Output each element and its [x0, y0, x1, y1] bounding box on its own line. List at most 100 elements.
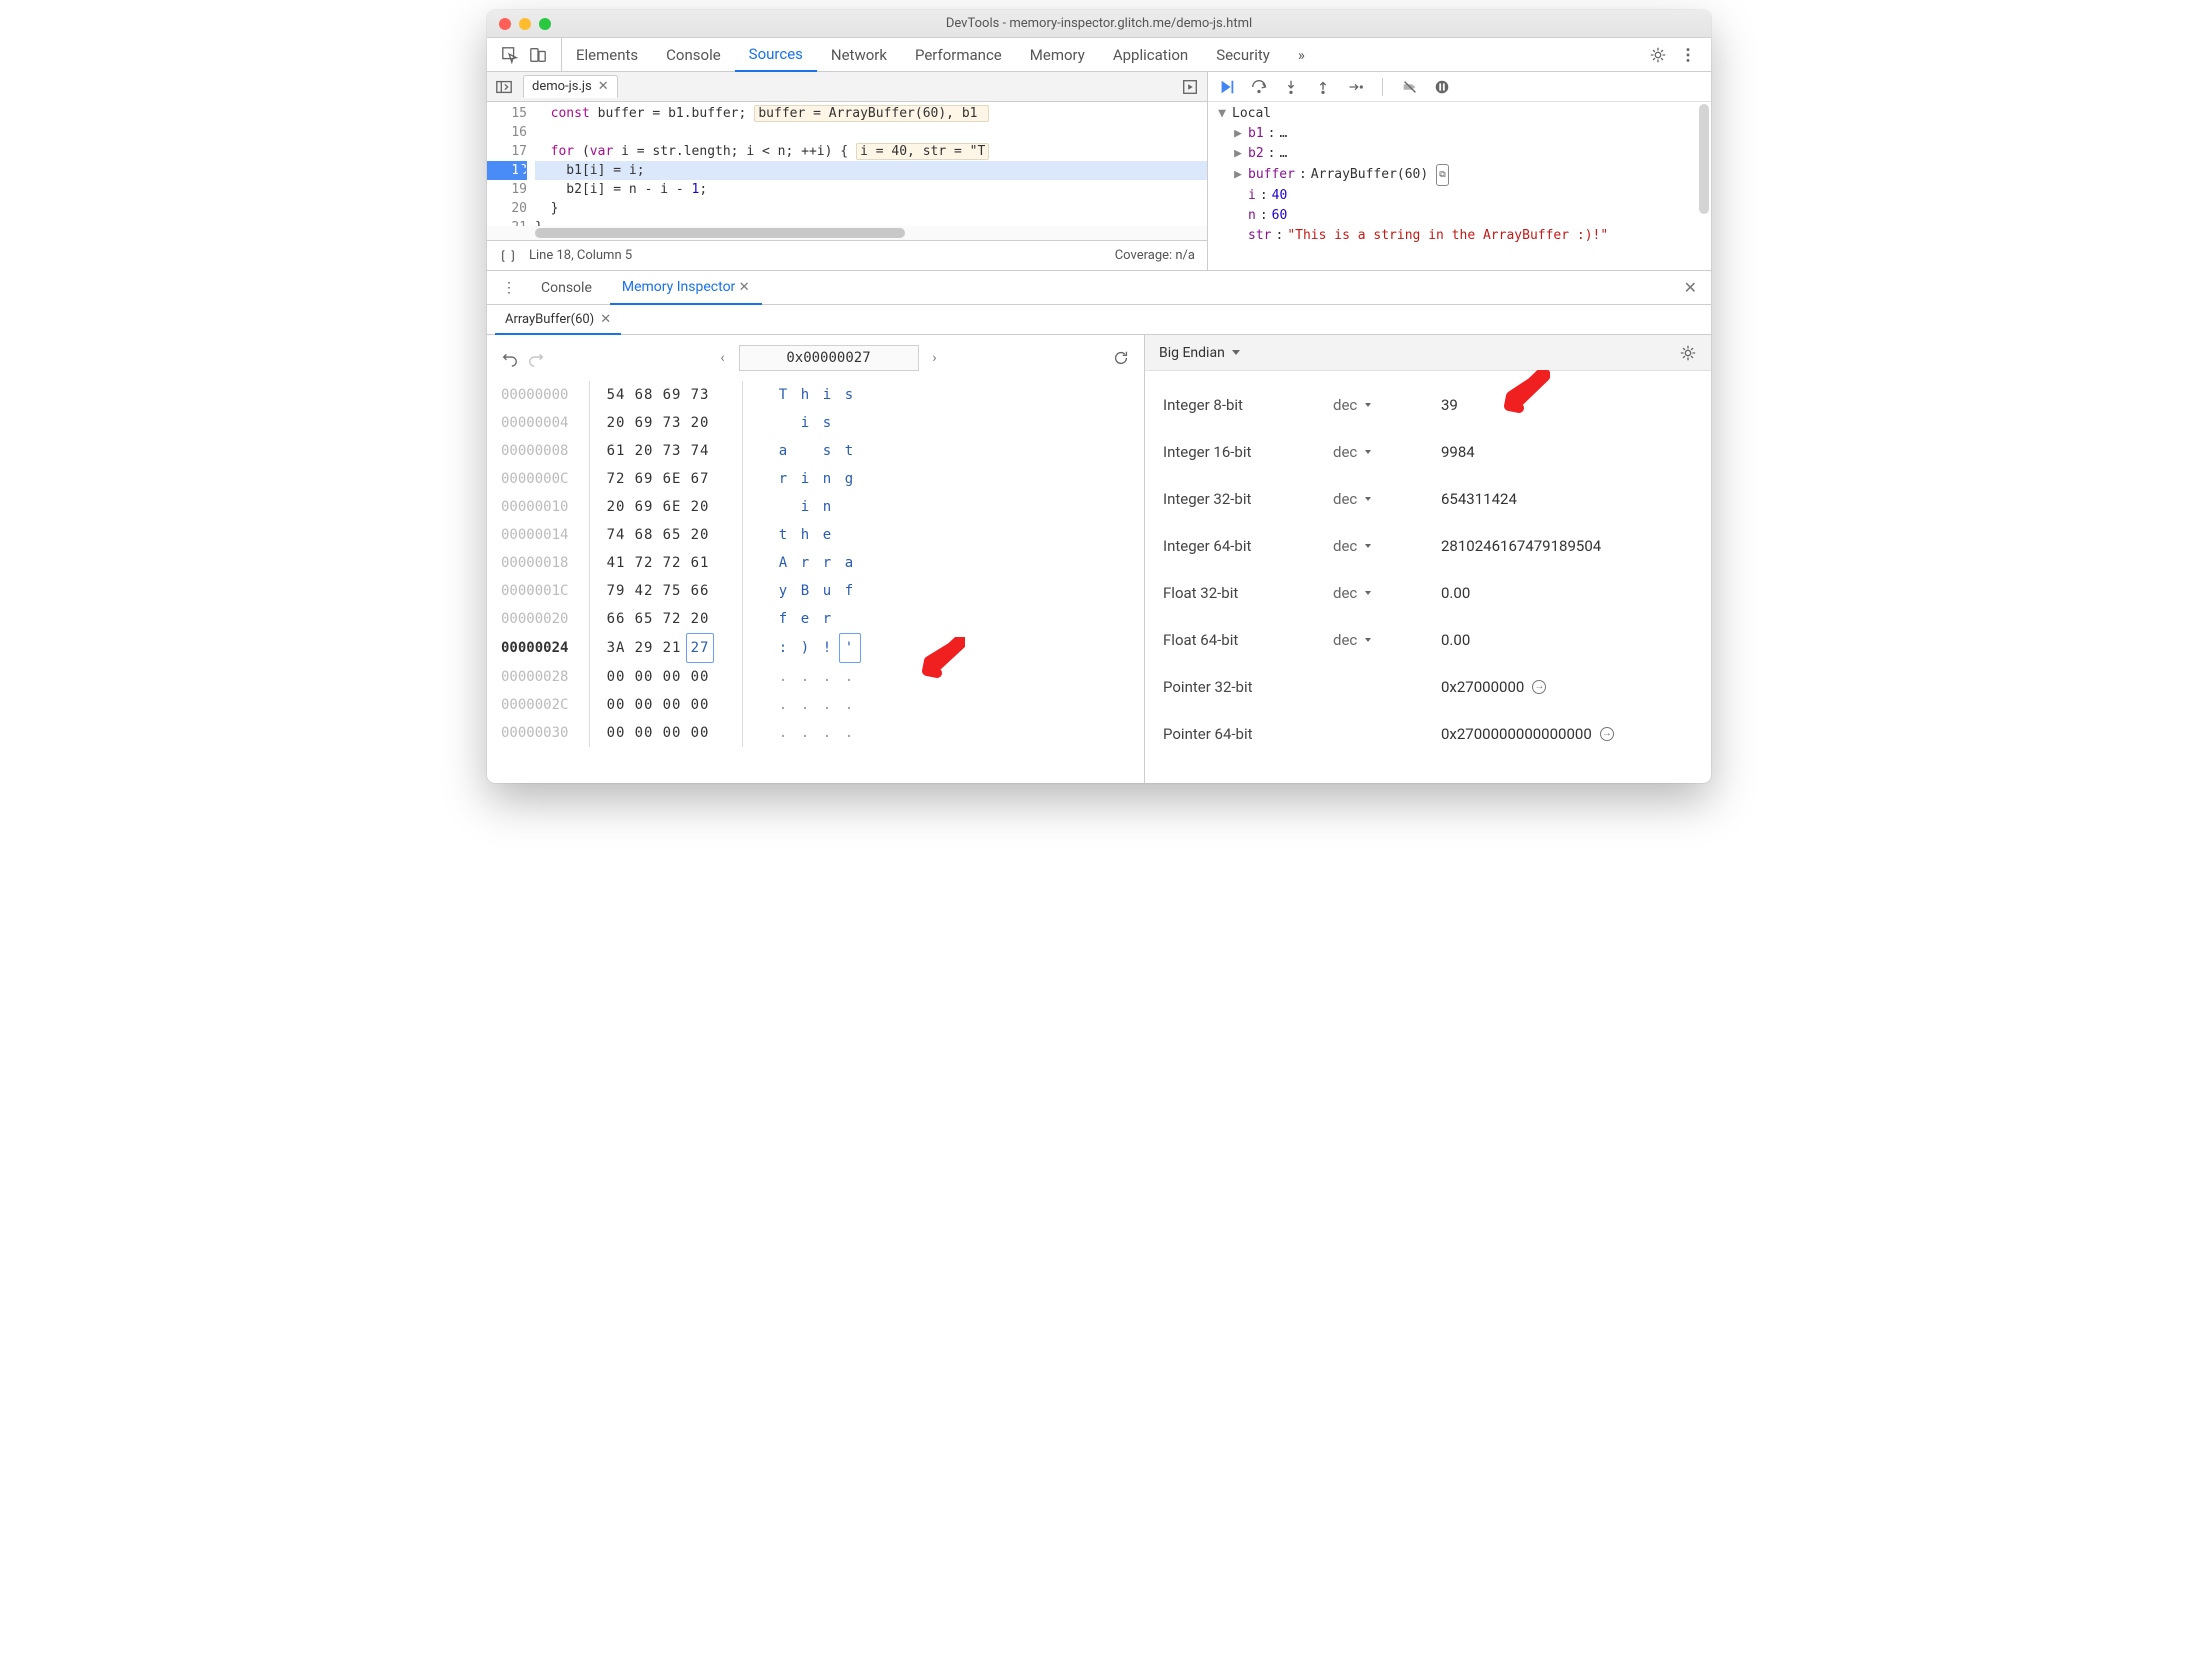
close-icon[interactable]: ✕: [598, 79, 609, 94]
tab-application[interactable]: Application: [1099, 38, 1202, 71]
tab-sources[interactable]: Sources: [735, 39, 817, 72]
hex-bytes: 41727261: [602, 549, 742, 577]
hex-viewer: ‹ › 0000000054686973This0000000420697320…: [487, 335, 1145, 783]
scope-var-b1[interactable]: ▶b1: …: [1216, 124, 1703, 144]
hex-address: 00000014: [501, 521, 589, 549]
hex-row[interactable]: 0000001474686520the: [501, 521, 1130, 549]
scope-var-b2[interactable]: ▶b2: …: [1216, 144, 1703, 164]
hex-row[interactable]: 0000001C79427566yBuf: [501, 577, 1130, 605]
file-tab-demo-js[interactable]: demo-js.js ✕: [523, 75, 618, 98]
tab-elements[interactable]: Elements: [562, 38, 652, 71]
hex-address: 00000030: [501, 719, 589, 747]
main-tabstrip: Elements Console Sources Network Perform…: [487, 38, 1711, 72]
address-input[interactable]: [739, 345, 919, 371]
step-into-icon[interactable]: [1282, 78, 1300, 96]
value-format-select[interactable]: dec: [1333, 396, 1441, 414]
devtools-window: DevTools - memory-inspector.glitch.me/de…: [487, 10, 1711, 783]
value-row: Integer 64-bitdec2810246167479189504: [1163, 522, 1693, 569]
hex-ascii: :)!': [773, 633, 861, 663]
redo-icon[interactable]: [527, 349, 545, 367]
gear-icon[interactable]: [1649, 46, 1667, 64]
drawer-tab-console[interactable]: Console: [529, 271, 604, 304]
value-type-label: Float 32-bit: [1163, 584, 1333, 602]
hex-ascii: fer: [773, 605, 861, 633]
reveal-in-memory-icon[interactable]: ⧉: [1436, 164, 1448, 186]
drawer-close-icon[interactable]: ✕: [1678, 278, 1703, 297]
sources-panel: demo-js.js ✕ 15 16 17 18 19 20 21 const …: [487, 72, 1711, 271]
hex-row[interactable]: 0000002800000000....: [501, 663, 1130, 691]
hex-row[interactable]: 0000000861207374a st: [501, 437, 1130, 465]
hex-ascii: This: [773, 381, 861, 409]
scope-var-buffer[interactable]: ▶buffer: ArrayBuffer(60)⧉: [1216, 164, 1703, 186]
endian-select[interactable]: Big Endian: [1159, 345, 1240, 361]
tab-security[interactable]: Security: [1202, 38, 1284, 71]
hex-grid[interactable]: 0000000054686973This0000000420697320 is …: [501, 381, 1130, 747]
buffer-tab-arraybuffer[interactable]: ArrayBuffer(60) ✕: [495, 306, 621, 335]
value-format-select[interactable]: dec: [1333, 490, 1441, 508]
value-format-select[interactable]: dec: [1333, 584, 1441, 602]
run-snippet-icon[interactable]: [1181, 78, 1199, 96]
hex-row[interactable]: 0000000420697320 is: [501, 409, 1130, 437]
hex-row[interactable]: 0000003000000000....: [501, 719, 1130, 747]
step-out-icon[interactable]: [1314, 78, 1332, 96]
gear-icon[interactable]: [1679, 344, 1697, 362]
value-result: 0x2700000000000000: [1441, 725, 1592, 743]
hex-address: 0000001C: [501, 577, 589, 605]
inspect-icon[interactable]: [501, 46, 519, 64]
tab-performance[interactable]: Performance: [901, 38, 1016, 71]
kebab-icon[interactable]: [1679, 46, 1697, 64]
value-rows: Integer 8-bitdec39Integer 16-bitdec9984I…: [1145, 371, 1711, 767]
code-editor[interactable]: 15 16 17 18 19 20 21 const buffer = b1.b…: [487, 102, 1207, 240]
step-over-icon[interactable]: [1250, 78, 1268, 96]
jump-to-address-icon[interactable]: →: [1532, 680, 1546, 694]
scope-var-str: str: "This is a string in the ArrayBuffe…: [1216, 226, 1703, 246]
drawer-menu-icon[interactable]: ⋮: [495, 280, 523, 296]
tab-network[interactable]: Network: [817, 38, 901, 71]
hex-address: 00000000: [501, 381, 589, 409]
hex-row[interactable]: 0000001020696E20 in: [501, 493, 1130, 521]
navigator-toggle-icon[interactable]: [495, 78, 513, 96]
resume-icon[interactable]: [1218, 78, 1236, 96]
hex-row[interactable]: 0000000C72696E67ring: [501, 465, 1130, 493]
value-row: Float 32-bitdec0.00: [1163, 569, 1693, 616]
undo-icon[interactable]: [501, 349, 519, 367]
value-format-select[interactable]: dec: [1333, 631, 1441, 649]
value-format-select[interactable]: dec: [1333, 443, 1441, 461]
code-line: for (var i = str.length; i < n; ++i) {i …: [535, 142, 1207, 161]
drawer-tab-memory-inspector[interactable]: Memory Inspector ✕: [610, 272, 762, 305]
hex-bytes: 20696E20: [602, 493, 742, 521]
step-icon[interactable]: [1346, 78, 1364, 96]
hex-toolbar: ‹ ›: [501, 345, 1130, 371]
close-icon[interactable]: ✕: [600, 312, 611, 327]
scope-local[interactable]: ▼Local: [1216, 104, 1703, 124]
prev-address-icon[interactable]: ‹: [711, 350, 735, 366]
value-format-select[interactable]: dec: [1333, 537, 1441, 555]
hex-ascii: ....: [773, 719, 861, 747]
close-icon[interactable]: ✕: [739, 280, 750, 295]
vertical-scrollbar[interactable]: [1699, 104, 1709, 214]
value-type-label: Integer 32-bit: [1163, 490, 1333, 508]
hex-row[interactable]: 0000002C00000000....: [501, 691, 1130, 719]
tab-more[interactable]: »: [1284, 38, 1319, 71]
pause-exceptions-icon[interactable]: [1433, 78, 1451, 96]
device-icon[interactable]: [529, 46, 547, 64]
annotation-arrow-icon: [915, 637, 965, 687]
coverage-label: Coverage: n/a: [1115, 248, 1195, 263]
jump-to-address-icon[interactable]: →: [1600, 727, 1614, 741]
format-icon[interactable]: [499, 247, 517, 265]
value-result: 0x27000000: [1441, 678, 1524, 696]
tab-console[interactable]: Console: [652, 38, 735, 71]
hex-row[interactable]: 0000001841727261Arra: [501, 549, 1130, 577]
deactivate-breakpoints-icon[interactable]: [1401, 78, 1419, 96]
horizontal-scrollbar[interactable]: [487, 226, 1207, 240]
hex-ascii: ....: [773, 691, 861, 719]
refresh-icon[interactable]: [1112, 349, 1130, 367]
hex-address: 00000004: [501, 409, 589, 437]
next-address-icon[interactable]: ›: [923, 350, 947, 366]
hex-row[interactable]: 0000000054686973This: [501, 381, 1130, 409]
hex-ascii: the: [773, 521, 861, 549]
code-line-current: b1[i] = i;: [535, 161, 1207, 180]
hex-row[interactable]: 000000243A292127:)!': [501, 633, 1130, 663]
hex-row[interactable]: 0000002066657220fer: [501, 605, 1130, 633]
tab-memory[interactable]: Memory: [1016, 38, 1099, 71]
